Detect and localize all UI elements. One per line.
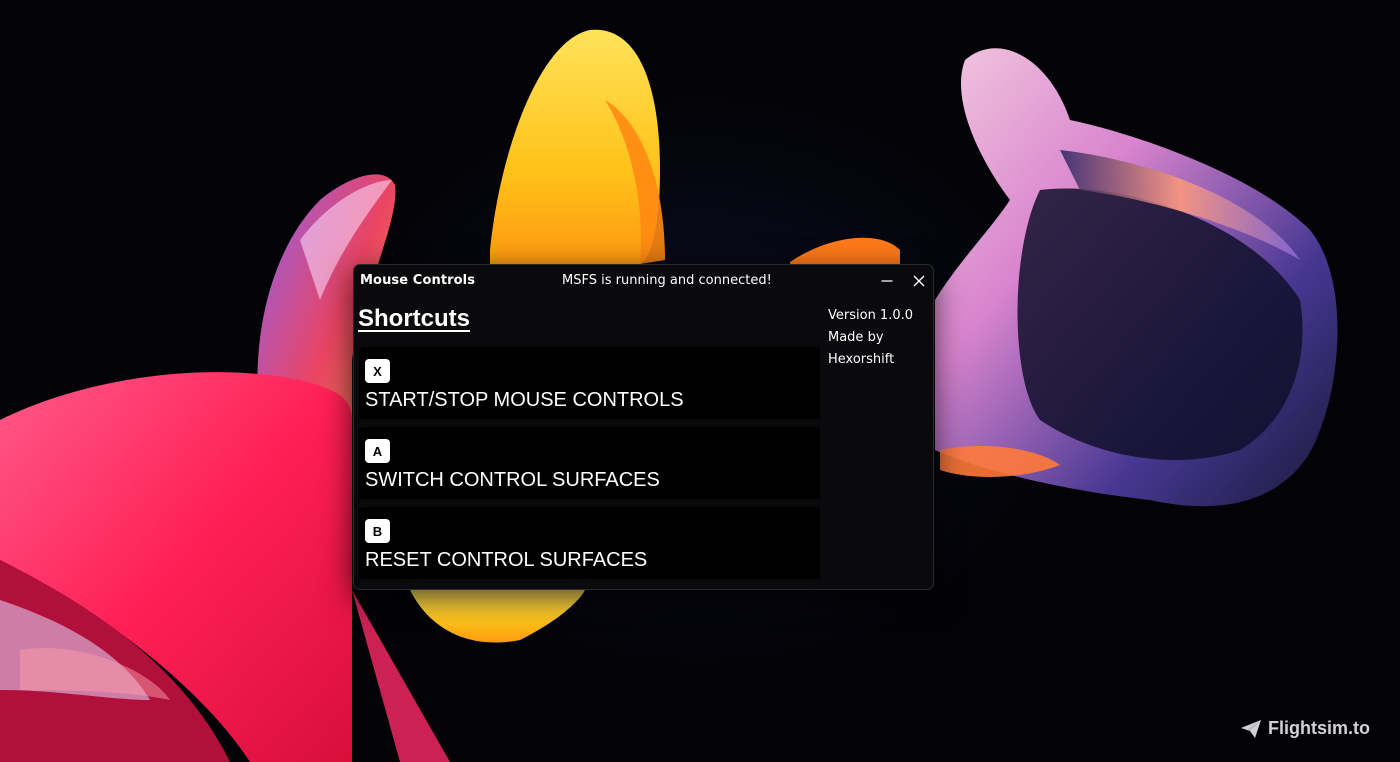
- close-button[interactable]: [904, 267, 933, 295]
- key-badge: B: [365, 519, 390, 543]
- shortcut-reset-surfaces[interactable]: B RESET CONTROL SURFACES: [359, 507, 820, 579]
- shortcut-label: RESET CONTROL SURFACES: [365, 549, 648, 571]
- minimize-button[interactable]: [872, 267, 902, 295]
- shortcut-start-stop[interactable]: X START/STOP MOUSE CONTROLS: [359, 347, 820, 419]
- info-panel: Version 1.0.0 Made by Hexorshift: [828, 305, 928, 371]
- author-name: Hexorshift: [828, 352, 895, 367]
- close-icon: [913, 275, 925, 287]
- desktop: Mouse Controls MSFS is running and conne…: [0, 0, 1400, 762]
- minimize-icon: [881, 280, 893, 282]
- app-title: Mouse Controls: [360, 273, 476, 288]
- shortcut-label: SWITCH CONTROL SURFACES: [365, 469, 660, 491]
- app-window: Mouse Controls MSFS is running and conne…: [353, 264, 934, 590]
- flightsim-watermark: Flightsim.to: [1240, 718, 1370, 739]
- connection-status: MSFS is running and connected!: [562, 273, 772, 288]
- title-bar[interactable]: Mouse Controls MSFS is running and conne…: [354, 265, 933, 297]
- main-content: Shortcuts X START/STOP MOUSE CONTROLS A …: [354, 297, 933, 589]
- shortcuts-heading: Shortcuts: [358, 305, 471, 332]
- key-badge: A: [365, 439, 390, 463]
- version-text: Version 1.0.0: [828, 308, 914, 323]
- key-badge: X: [365, 359, 390, 383]
- shortcut-label: START/STOP MOUSE CONTROLS: [365, 389, 684, 411]
- shortcut-switch-surfaces[interactable]: A SWITCH CONTROL SURFACES: [359, 427, 820, 499]
- paper-plane-icon: [1241, 719, 1261, 738]
- watermark-text: Flightsim.to: [1268, 718, 1370, 738]
- made-by-text: Made by: [828, 330, 884, 345]
